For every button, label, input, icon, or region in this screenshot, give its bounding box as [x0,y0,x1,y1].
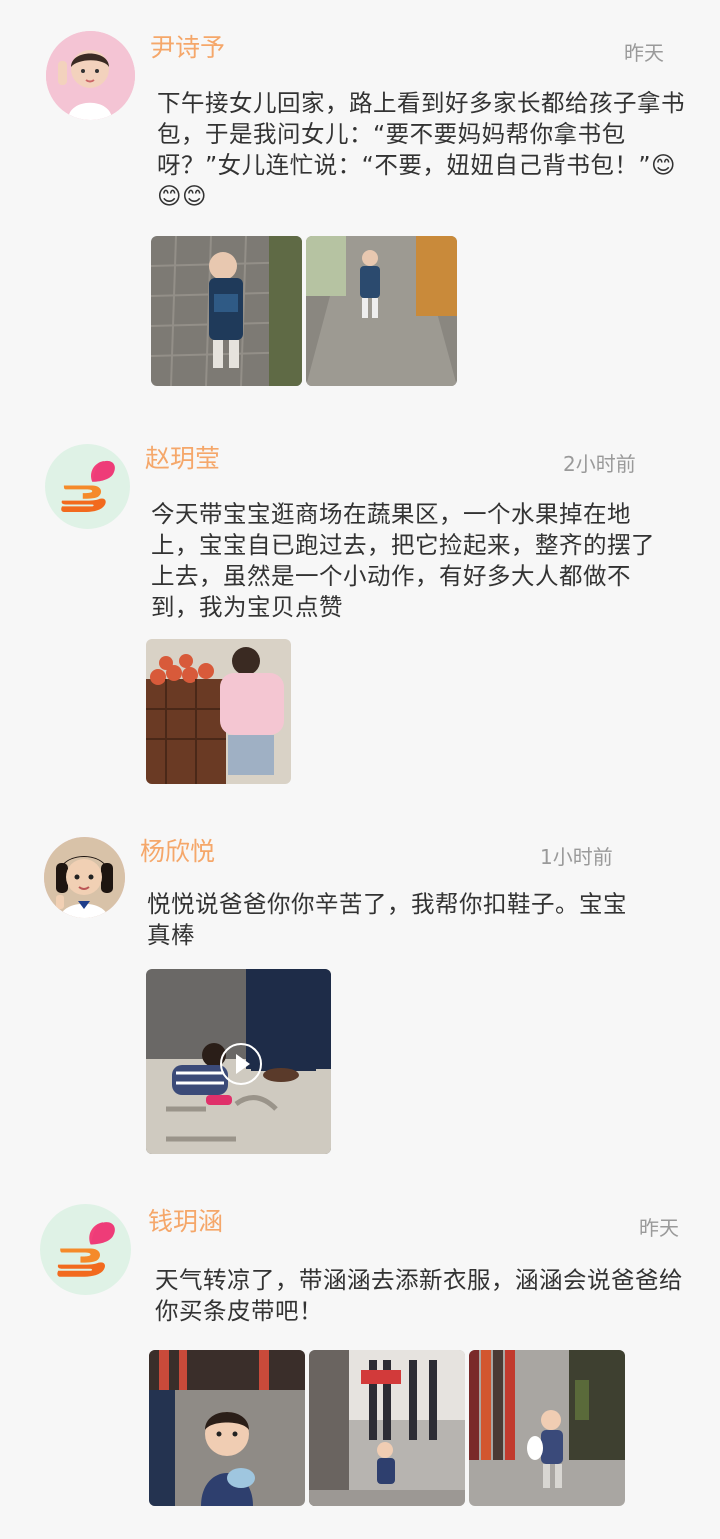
post-time: 昨天 [624,41,664,65]
post-photo[interactable] [151,236,302,386]
post-text: 悦悦说爸爸你你辛苦了，我帮你扣鞋子。宝宝真棒 [147,890,627,949]
post-time: 2小时前 [563,452,636,476]
post-item[interactable]: 钱玥涵 昨天 天气转凉了，带涵涵去添新衣服，涵涵会说爸爸给你买条皮带吧！ [0,1180,720,1539]
child-avatar-image [46,31,135,120]
post-time: 昨天 [639,1216,679,1240]
post-photo[interactable] [309,1350,465,1506]
post-photo[interactable] [146,639,291,784]
author-name[interactable]: 赵玥莹 [145,444,220,474]
post-text: 今天带宝宝逛商场在蔬果区，一个水果掉在地上，宝宝自已跑过去，把它捡起来，整齐的摆… [151,500,655,621]
photo-image [309,1350,465,1506]
avatar[interactable] [44,837,125,918]
photo-image [151,236,302,386]
post-photo[interactable] [469,1350,625,1506]
post-item[interactable]: 赵玥莹 2小时前 今天带宝宝逛商场在蔬果区，一个水果掉在地上，宝宝自已跑过去，把… [0,410,720,800]
post-text: 下午接女儿回家，路上看到好多家长都给孩子拿书包，于是我问女儿：“要不要妈妈帮你拿… [157,89,685,210]
photo-image [306,236,457,386]
avatar[interactable] [46,31,135,120]
post-photo[interactable] [149,1350,305,1506]
photo-image [146,639,291,784]
post-item[interactable]: 杨欣悦 1小时前 悦悦说爸爸你你辛苦了，我帮你扣鞋子。宝宝真棒 [0,800,720,1180]
post-photo[interactable] [306,236,457,386]
child-avatar-image [44,837,125,918]
post-video[interactable] [146,969,331,1154]
avatar[interactable] [45,444,130,529]
author-name[interactable]: 钱玥涵 [148,1207,223,1237]
play-icon[interactable] [219,1042,262,1085]
post-text: 天气转凉了，带涵涵去添新衣服，涵涵会说爸爸给你买条皮带吧！ [155,1266,683,1325]
photo-image [149,1350,305,1506]
photo-image [469,1350,625,1506]
app-logo-icon [40,1204,131,1295]
post-time: 1小时前 [540,845,613,869]
author-name[interactable]: 杨欣悦 [140,837,215,867]
post-item[interactable]: 尹诗予 昨天 下午接女儿回家，路上看到好多家长都给孩子拿书包，于是我问女儿：“要… [0,0,720,400]
avatar[interactable] [40,1204,131,1295]
author-name[interactable]: 尹诗予 [150,33,225,63]
app-logo-icon [45,444,130,529]
